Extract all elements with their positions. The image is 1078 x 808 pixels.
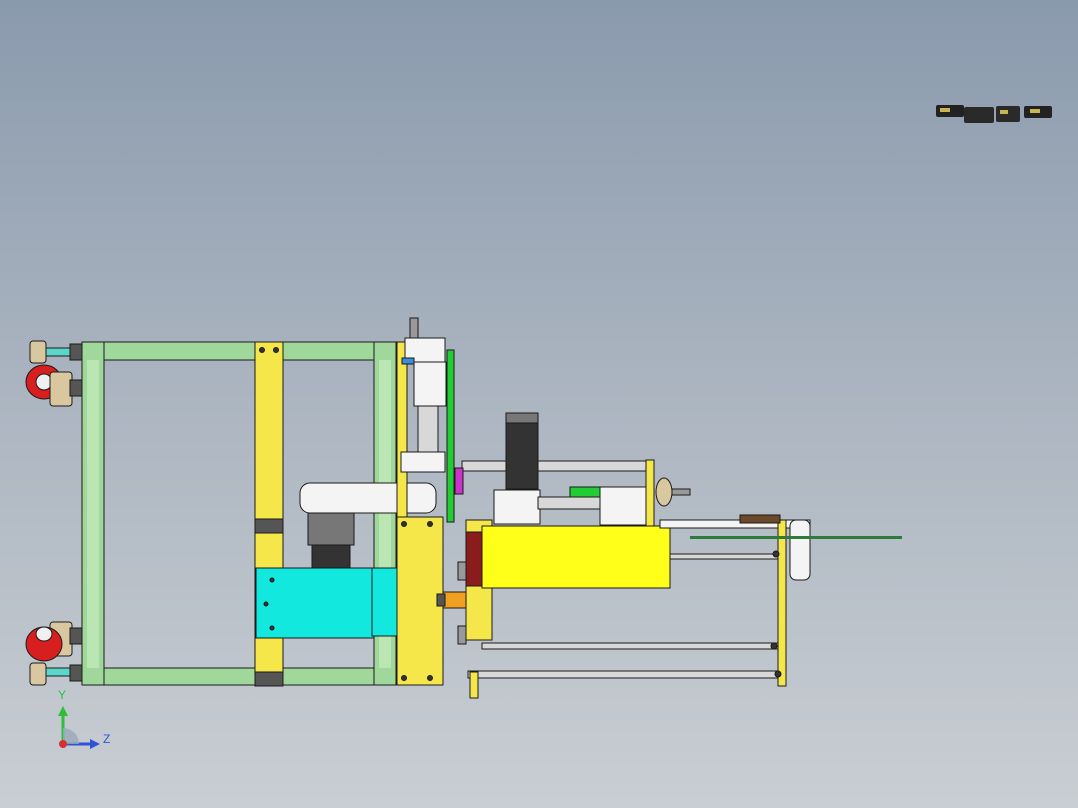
view-icon-2[interactable] — [964, 107, 994, 123]
caster-top[interactable] — [25, 340, 83, 407]
y-axis-label: Y — [58, 688, 67, 702]
central-plate[interactable] — [396, 516, 472, 686]
cad-viewport[interactable]: Y Z — [0, 0, 1078, 808]
frame-top-beam — [81, 341, 401, 361]
caster-bottom[interactable] — [25, 621, 83, 686]
axis-triad — [58, 706, 100, 749]
upper-shafts[interactable] — [454, 412, 691, 527]
yellow-box[interactable] — [457, 519, 671, 645]
x-axis-dot — [59, 740, 67, 748]
view-toolbar[interactable] — [936, 105, 1052, 123]
z-axis-arrow — [90, 739, 100, 749]
frame-bottom-beam — [81, 667, 401, 686]
z-axis-label: Z — [103, 732, 111, 746]
assembly-model[interactable] — [0, 0, 1078, 808]
y-axis-arrow — [58, 706, 68, 716]
